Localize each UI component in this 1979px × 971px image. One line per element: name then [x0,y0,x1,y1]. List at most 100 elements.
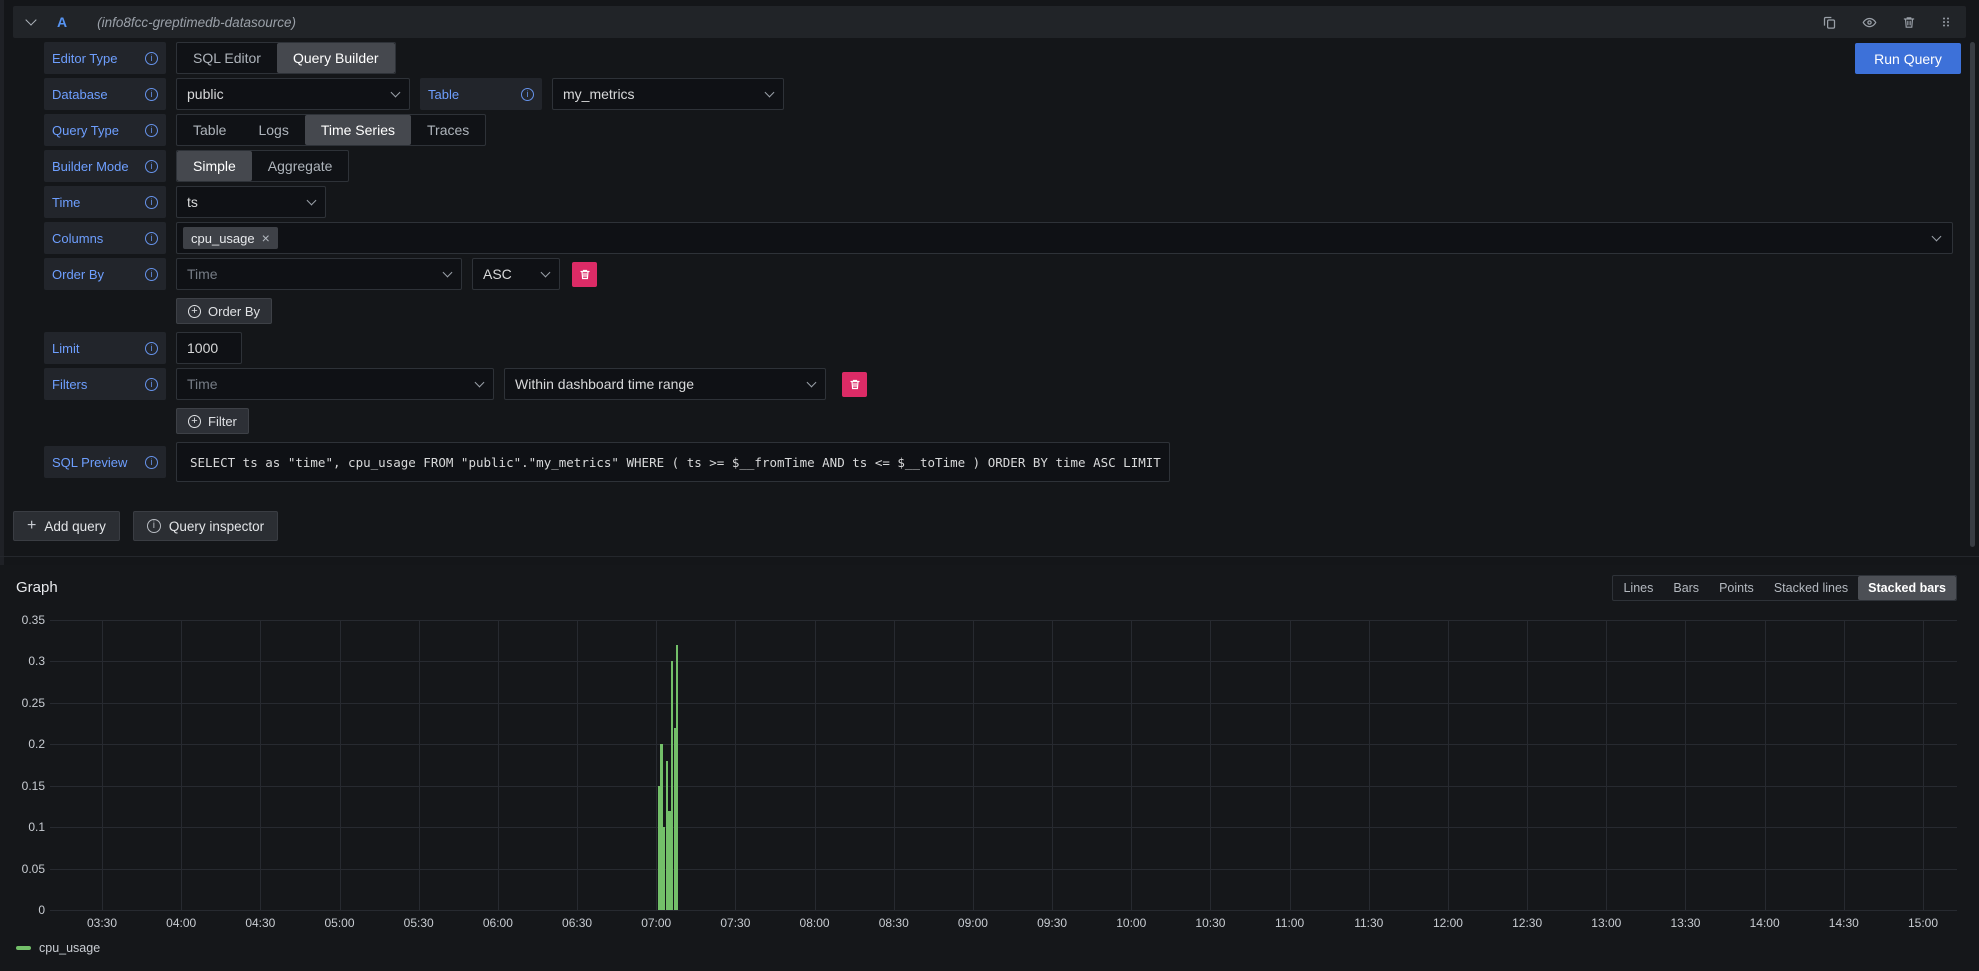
order-by-field-select[interactable]: Time [176,258,462,290]
field-label-order-by: Order By [44,258,166,290]
add-query-button[interactable]: + Add query [13,511,120,541]
gridline-vertical [1923,620,1924,910]
x-axis-tick-label: 06:30 [549,916,605,930]
gridline-horizontal [50,620,1957,621]
database-select[interactable]: public [176,78,410,110]
remove-tag-icon[interactable]: × [262,231,270,245]
bar-cpu_usage-07:08 [676,645,678,910]
option-aggregate[interactable]: Aggregate [252,151,349,181]
sql-preview-row: SQL Preview SELECT ts as "time", cpu_usa… [44,442,1953,482]
time-series-chart: 00.050.10.150.20.250.30.3503:3004:0004:3… [0,565,1979,971]
button-label: Query inspector [169,519,264,534]
add-order-by-button[interactable]: Order By [176,298,272,324]
gridline-vertical [815,620,816,910]
builder-mode-row: Builder Mode SimpleAggregate [44,150,1953,182]
option-time-series[interactable]: Time Series [305,115,411,145]
field-label-text: Columns [52,231,103,246]
info-icon[interactable] [145,160,158,173]
chevron-down-icon [807,378,817,388]
query-footer-actions: + Add query Query inspector [13,511,278,541]
info-icon[interactable] [145,456,158,469]
field-label-text: Query Type [52,123,119,138]
info-icon[interactable] [145,88,158,101]
gridline-vertical [735,620,736,910]
drag-handle-icon[interactable] [1940,14,1952,30]
x-axis-tick-label: 09:30 [1024,916,1080,930]
remove-order-by-button[interactable] [572,262,597,287]
field-label-text: Editor Type [52,51,118,66]
x-axis-tick-label: 10:30 [1182,916,1238,930]
filter-condition-select[interactable]: Within dashboard time range [504,368,826,400]
sql-preview-text: SELECT ts as "time", cpu_usage FROM "pub… [190,455,1170,470]
x-axis-tick-label: 11:00 [1262,916,1318,930]
legend-item-cpu-usage[interactable]: cpu_usage [16,941,100,955]
x-axis-tick-label: 13:00 [1578,916,1634,930]
remove-filter-button[interactable] [842,372,867,397]
info-icon[interactable] [145,378,158,391]
x-axis-tick-label: 13:30 [1657,916,1713,930]
field-label-text: SQL Preview [52,455,127,470]
info-icon[interactable] [145,268,158,281]
hide-response-eye-icon[interactable] [1861,15,1878,30]
y-axis-tick-label: 0.15 [0,779,45,793]
option-table[interactable]: Table [177,115,242,145]
query-builder-form: Editor Type SQL EditorQuery Builder Data… [44,42,1953,486]
x-axis-tick-label: 04:30 [232,916,288,930]
y-axis-tick-label: 0.35 [0,613,45,627]
editor-type-row: Editor Type SQL EditorQuery Builder [44,42,1953,74]
columns-multiselect[interactable]: cpu_usage × [176,222,1953,254]
info-icon[interactable] [145,124,158,137]
gridline-vertical [1131,620,1132,910]
delete-query-icon[interactable] [1902,15,1916,30]
circle-plus-icon [188,305,201,318]
legend-label: cpu_usage [39,941,100,955]
info-icon[interactable] [145,232,158,245]
legend-color-swatch [16,946,31,950]
section-divider [0,556,1979,557]
gridline-vertical [1606,620,1607,910]
info-icon[interactable] [145,196,158,209]
plus-icon: + [27,517,36,535]
option-query-builder[interactable]: Query Builder [277,43,395,73]
chevron-down-icon [765,88,775,98]
option-simple[interactable]: Simple [177,151,252,181]
time-column-select[interactable]: ts [176,186,326,218]
duplicate-query-icon[interactable] [1822,15,1837,30]
filter-field-select[interactable]: Time [176,368,494,400]
field-label-filters: Filters [44,368,166,400]
scrollbar-thumb[interactable] [1970,42,1975,547]
gridline-vertical [1527,620,1528,910]
y-axis-tick-label: 0.2 [0,737,45,751]
order-direction-select[interactable]: ASC [472,258,560,290]
query-inspector-button[interactable]: Query inspector [133,511,278,541]
order-by-row: Order By Time ASC [44,258,1953,290]
query-row-header[interactable]: A (info8fcc-greptimedb-datasource) [13,6,1966,38]
y-axis-tick-label: 0.3 [0,654,45,668]
gridline-vertical [498,620,499,910]
option-traces[interactable]: Traces [411,115,485,145]
option-logs[interactable]: Logs [242,115,304,145]
gridline-vertical [181,620,182,910]
info-icon[interactable] [521,88,534,101]
option-sql-editor[interactable]: SQL Editor [177,43,277,73]
info-icon[interactable] [145,342,158,355]
table-select[interactable]: my_metrics [552,78,784,110]
gridline-vertical [1448,620,1449,910]
x-axis-tick-label: 07:30 [707,916,763,930]
database-row: Database public Table my_metrics [44,78,1953,110]
limit-input[interactable] [176,332,242,364]
add-order-by-row: Order By [44,298,1953,324]
placeholder-value: Time [187,376,218,392]
datasource-name: (info8fcc-greptimedb-datasource) [97,15,296,30]
info-icon[interactable] [145,52,158,65]
collapse-chevron-icon[interactable] [25,14,36,25]
field-label-time: Time [44,186,166,218]
add-filter-button[interactable]: Filter [176,408,249,434]
gridline-vertical [973,620,974,910]
x-axis-tick-label: 14:30 [1816,916,1872,930]
x-axis-tick-label: 08:00 [787,916,843,930]
x-axis-tick-label: 12:30 [1499,916,1555,930]
builder-mode-switch: SimpleAggregate [176,150,349,182]
circle-plus-icon [188,415,201,428]
query-type-switch: TableLogsTime SeriesTraces [176,114,486,146]
